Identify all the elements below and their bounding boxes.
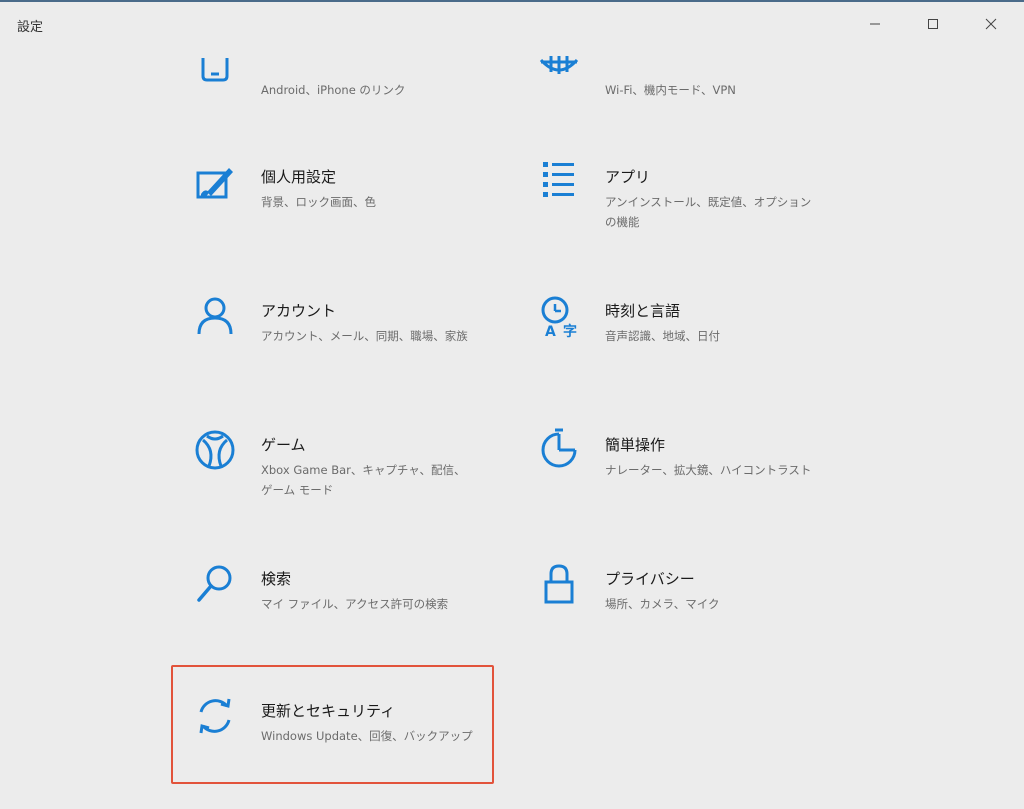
tile-time-language-desc: 音声認識、地域、日付 [605,329,720,343]
tile-gaming-desc: Xbox Game Bar、キャプチャ、配信、ゲーム モード [261,463,466,497]
apps-list-icon [537,160,581,204]
svg-text:字: 字 [563,323,577,338]
tile-gaming[interactable]: ゲーム Xbox Game Bar、キャプチャ、配信、ゲーム モード [171,428,491,546]
time-language-icon: A字 [537,294,581,338]
lock-icon [537,562,581,606]
xbox-icon [193,428,237,472]
tile-accounts[interactable]: アカウント アカウント、メール、同期、職場、家族 [171,294,491,412]
tile-network-desc: Wi-Fi、機内モード、VPN [605,83,736,97]
tile-privacy[interactable]: プライバシー 場所、カメラ、マイク [515,562,835,680]
tile-search[interactable]: 検索 マイ ファイル、アクセス許可の検索 [171,562,491,680]
tile-privacy-desc: 場所、カメラ、マイク [605,597,720,611]
phone-icon [193,48,237,92]
tile-accounts-name: アカウント [261,302,337,320]
tile-gaming-name: ゲーム [261,436,306,454]
person-icon [193,294,237,338]
tile-search-desc: マイ ファイル、アクセス許可の検索 [261,597,449,611]
tile-apps-name: アプリ [605,168,651,186]
globe-icon [537,48,581,92]
tile-ease-of-access-desc: ナレーター、拡大鏡、ハイコントラスト [605,463,812,477]
paint-icon [193,160,237,204]
tile-privacy-name: プライバシー [605,570,695,588]
tile-phone-desc: Android、iPhone のリンク [261,83,406,97]
tile-personalization-name: 個人用設定 [261,168,337,186]
tile-personalization[interactable]: 個人用設定 背景、ロック画面、色 [171,160,491,278]
search-icon [193,562,237,606]
settings-grid: Android、iPhone のリンク Wi-Fi、機内モード、VPN 個人用設… [0,2,1024,809]
tile-search-name: 検索 [261,570,292,588]
tile-ease-of-access-name: 簡単操作 [605,436,666,454]
settings-window: 設定 Android、iPhone のリンク Wi-Fi、機内モード、VPN 個… [0,0,1024,809]
tile-ease-of-access[interactable]: 簡単操作 ナレーター、拡大鏡、ハイコントラスト [515,428,835,546]
selection-highlight [171,665,494,784]
tile-apps[interactable]: アプリ アンインストール、既定値、オプションの機能 [515,160,835,278]
tile-time-language-name: 時刻と言語 [605,302,681,320]
ease-of-access-icon [537,428,581,472]
tile-personalization-desc: 背景、ロック画面、色 [261,195,376,209]
tile-time-language[interactable]: A字 時刻と言語 音声認識、地域、日付 [515,294,835,412]
tile-apps-desc: アンインストール、既定値、オプションの機能 [605,195,812,229]
svg-text:A: A [545,324,556,338]
tile-accounts-desc: アカウント、メール、同期、職場、家族 [261,329,468,343]
